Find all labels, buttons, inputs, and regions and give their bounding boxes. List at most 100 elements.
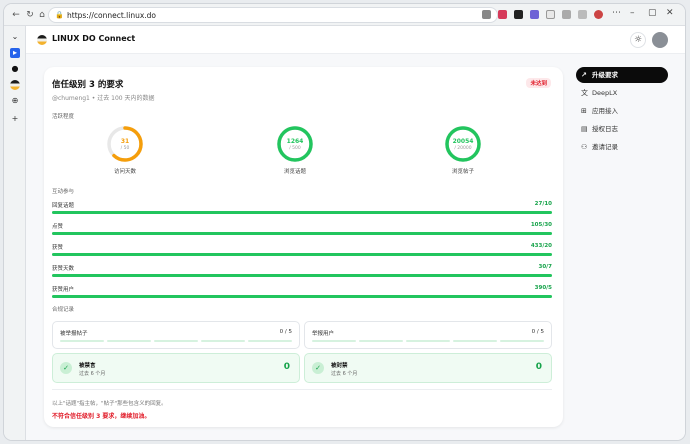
nav-item-label: 邀请记录 xyxy=(592,143,618,151)
app-header: LINUX DO Connect ☼ xyxy=(26,26,685,54)
home-icon[interactable]: ⌂ xyxy=(36,9,48,21)
star-icon[interactable] xyxy=(482,10,491,19)
progress-segment xyxy=(60,340,104,342)
violation-box: 举报用户 0 / 5 xyxy=(304,321,552,349)
nav-item-label: 授权日志 xyxy=(592,125,618,133)
divider xyxy=(52,389,552,390)
avatar[interactable] xyxy=(652,32,668,48)
progress-value: 390/5 xyxy=(534,285,552,291)
chevron-down-icon[interactable]: ⌄ xyxy=(10,32,20,42)
more-icon[interactable]: ⋯ xyxy=(612,8,621,18)
split-icon[interactable] xyxy=(578,10,587,19)
theme-toggle-icon[interactable]: ☼ xyxy=(630,32,646,48)
logo-icon xyxy=(37,35,47,45)
progress-track xyxy=(52,253,552,256)
brand-title: LINUX DO Connect xyxy=(52,34,136,43)
nav-item-label: 应用接入 xyxy=(592,107,618,115)
ring-label: 浏览帖子 xyxy=(451,169,474,175)
extension-icon[interactable] xyxy=(546,10,555,19)
browser-toolbar: ← ↻ ⌂ 🔒 https://connect.linux.do ⋯ – ▢ ✕ xyxy=(4,4,685,26)
ring-value: 1264 xyxy=(286,138,304,145)
violation-box: 被举报帖子 0 / 5 xyxy=(52,321,300,349)
reload-icon[interactable]: ↻ xyxy=(24,9,36,21)
progress-label: 获赞用户 xyxy=(52,287,75,293)
progress-ring: 1264/ 500 xyxy=(276,125,314,163)
nav-item[interactable]: 文 DeepLX xyxy=(576,85,668,101)
maximize-icon[interactable]: ▢ xyxy=(648,8,657,18)
requirements-card: 信任级别 3 的要求 未达到 @chumeng1 • 过去 100 天内的数据 … xyxy=(44,67,563,427)
section-interaction-title: 互动参与 xyxy=(52,189,75,195)
progress-fill xyxy=(52,274,552,277)
address-bar[interactable]: 🔒 https://connect.linux.do xyxy=(48,7,498,23)
ban-count: 0 xyxy=(535,362,542,372)
nav-item[interactable]: ⚇ 邀请记录 xyxy=(576,139,668,155)
progress-ring: 20054/ 20000 xyxy=(444,125,482,163)
violation-label: 被举报帖子 xyxy=(60,331,88,337)
page-subtitle: @chumeng1 • 过去 100 天内的数据 xyxy=(52,95,155,102)
ring-target: / 50 xyxy=(120,146,130,151)
progress-value: 433/20 xyxy=(530,243,552,249)
progress-segment xyxy=(154,340,198,342)
close-icon[interactable]: ✕ xyxy=(666,8,674,18)
linuxdo-icon[interactable] xyxy=(10,80,20,90)
progress-label: 点赞 xyxy=(52,224,64,230)
ban-subtitle: 过去 6 个月 xyxy=(79,371,106,377)
progress-label: 获赞 xyxy=(52,245,64,251)
url-text: https://connect.linux.do xyxy=(67,11,157,20)
section-compliance-title: 合规记录 xyxy=(52,307,75,313)
add-tab-icon[interactable]: + xyxy=(10,114,20,124)
browser-window: ← ↻ ⌂ 🔒 https://connect.linux.do ⋯ – ▢ ✕… xyxy=(4,4,685,440)
progress-value: 105/30 xyxy=(530,222,552,228)
extension-icon[interactable] xyxy=(498,10,507,19)
footnote: 以上"话题"指主帖，"帖子"那些包含义的回复。 xyxy=(52,401,167,407)
ring-value: 20054 xyxy=(452,138,474,145)
progress-segment xyxy=(500,340,544,342)
browser-sidebar: ⌄ ▸ ● ⊕ + xyxy=(4,26,26,440)
ring-label: 访问天数 xyxy=(113,169,136,175)
progress-value: 27/10 xyxy=(534,201,552,207)
profile-icon[interactable] xyxy=(594,10,603,19)
apps-icon: ⊞ xyxy=(581,107,587,115)
progress-fill xyxy=(52,295,552,298)
nav-item-label: 升级要求 xyxy=(592,71,618,79)
extension-icon[interactable] xyxy=(514,10,523,19)
violation-count: 0 / 5 xyxy=(279,329,292,335)
nav-item[interactable]: ↗ 升级要求 xyxy=(576,67,668,83)
violation-label: 举报用户 xyxy=(312,331,335,337)
check-icon: ✓ xyxy=(60,362,72,374)
translate-icon: 文 xyxy=(581,89,588,97)
section-activity-title: 活跃程度 xyxy=(52,114,75,120)
ring-target: / 20000 xyxy=(454,146,472,151)
nav-item[interactable]: ▤ 授权日志 xyxy=(576,121,668,137)
ring-value: 31 xyxy=(120,138,130,145)
ring-target: / 500 xyxy=(289,146,301,151)
log-icon: ▤ xyxy=(581,125,588,133)
extension-icon[interactable] xyxy=(530,10,539,19)
nav-item[interactable]: ⊞ 应用接入 xyxy=(576,103,668,119)
progress-segment xyxy=(201,340,245,342)
github-icon[interactable]: ● xyxy=(10,64,20,74)
progress-segment xyxy=(248,340,292,342)
back-icon[interactable]: ← xyxy=(10,9,22,21)
progress-track xyxy=(52,211,552,214)
globe-icon[interactable]: ⊕ xyxy=(10,96,20,106)
progress-label: 获赞天数 xyxy=(52,266,75,272)
nav-item-label: DeepLX xyxy=(592,89,618,97)
puzzle-icon[interactable] xyxy=(562,10,571,19)
app-page: LINUX DO Connect ☼ 信任级别 3 的要求 未达到 @chume… xyxy=(26,26,685,440)
ban-title: 被封禁 xyxy=(331,363,348,369)
progress-fill xyxy=(52,232,552,235)
tab-icon[interactable]: ▸ xyxy=(10,48,20,58)
trend-up-icon: ↗ xyxy=(581,71,587,79)
progress-label: 回复话题 xyxy=(52,203,75,209)
violation-count: 0 / 5 xyxy=(531,329,544,335)
ring-label: 浏览话题 xyxy=(283,169,306,175)
progress-segment xyxy=(107,340,151,342)
ban-box: ✓ 被禁言 过去 6 个月 0 xyxy=(52,353,300,383)
status-badge: 未达到 xyxy=(526,78,551,88)
progress-segment xyxy=(406,340,450,342)
minimize-icon[interactable]: – xyxy=(630,8,635,18)
ban-subtitle: 过去 6 个月 xyxy=(331,371,358,377)
progress-fill xyxy=(52,211,552,214)
progress-track xyxy=(52,274,552,277)
